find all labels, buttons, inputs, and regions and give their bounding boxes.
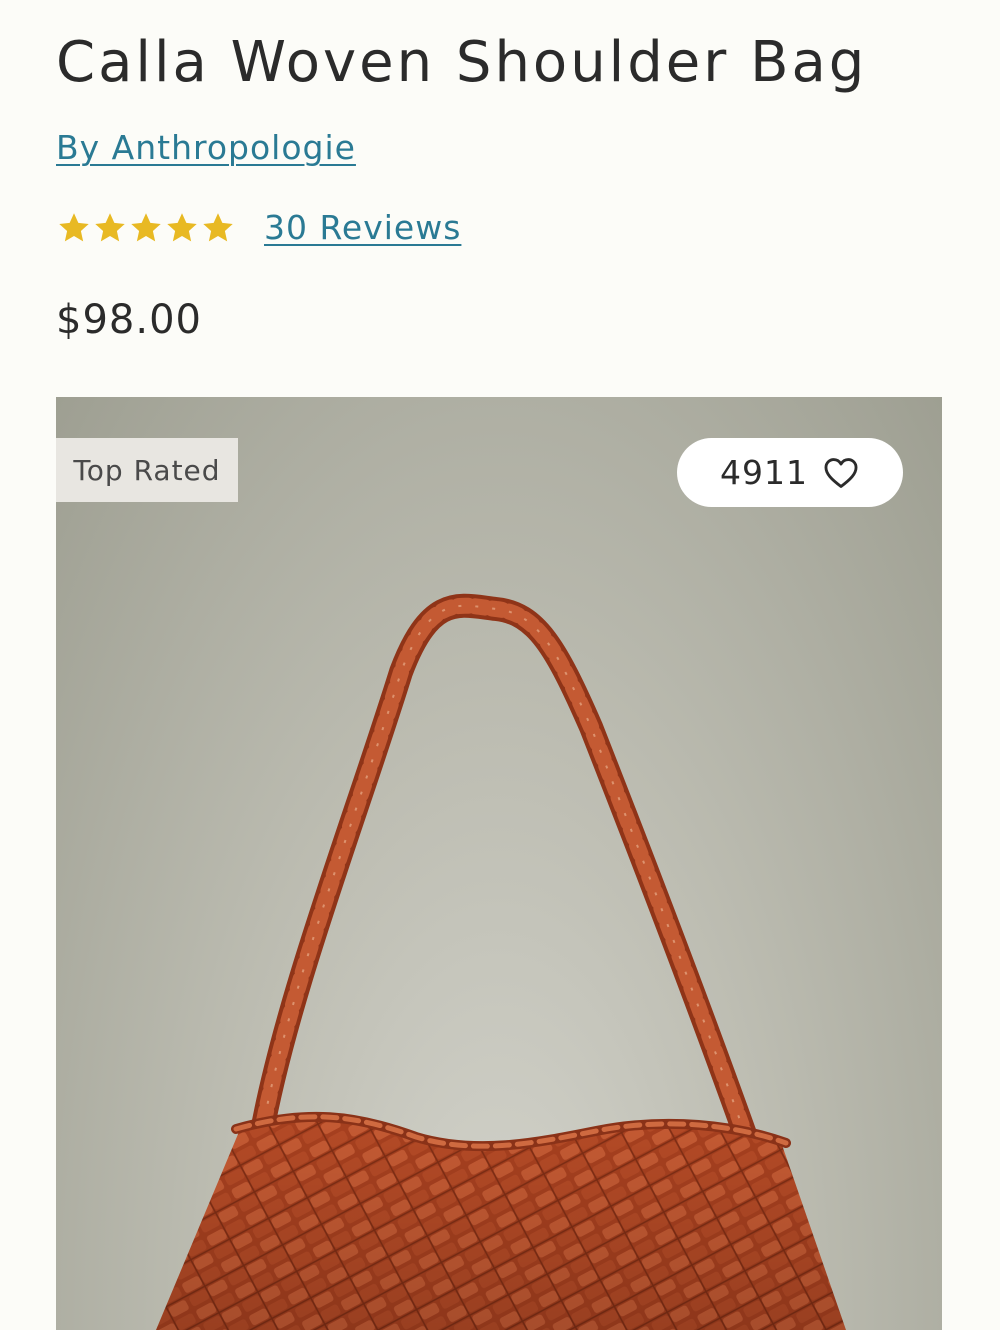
reviews-link[interactable]: 30 Reviews bbox=[264, 206, 461, 250]
top-rated-badge: Top Rated bbox=[56, 438, 238, 502]
bag-photo bbox=[156, 593, 846, 1330]
star-icon bbox=[203, 213, 233, 242]
star-icon bbox=[95, 213, 125, 242]
star-icon bbox=[167, 213, 197, 242]
favorites-count: 4911 bbox=[720, 453, 808, 492]
rating-row: 30 Reviews bbox=[56, 204, 461, 252]
product-title: Calla Woven Shoulder Bag bbox=[56, 30, 868, 95]
star-icon bbox=[59, 213, 89, 242]
star-rating bbox=[56, 204, 236, 252]
product-image[interactable]: Top Rated 4911 bbox=[56, 397, 942, 1330]
star-icon bbox=[131, 213, 161, 242]
favorite-button[interactable]: 4911 bbox=[677, 438, 903, 507]
heart-outline-icon bbox=[824, 457, 858, 488]
brand-link[interactable]: By Anthropologie bbox=[56, 126, 356, 170]
product-price: $98.00 bbox=[56, 297, 202, 343]
